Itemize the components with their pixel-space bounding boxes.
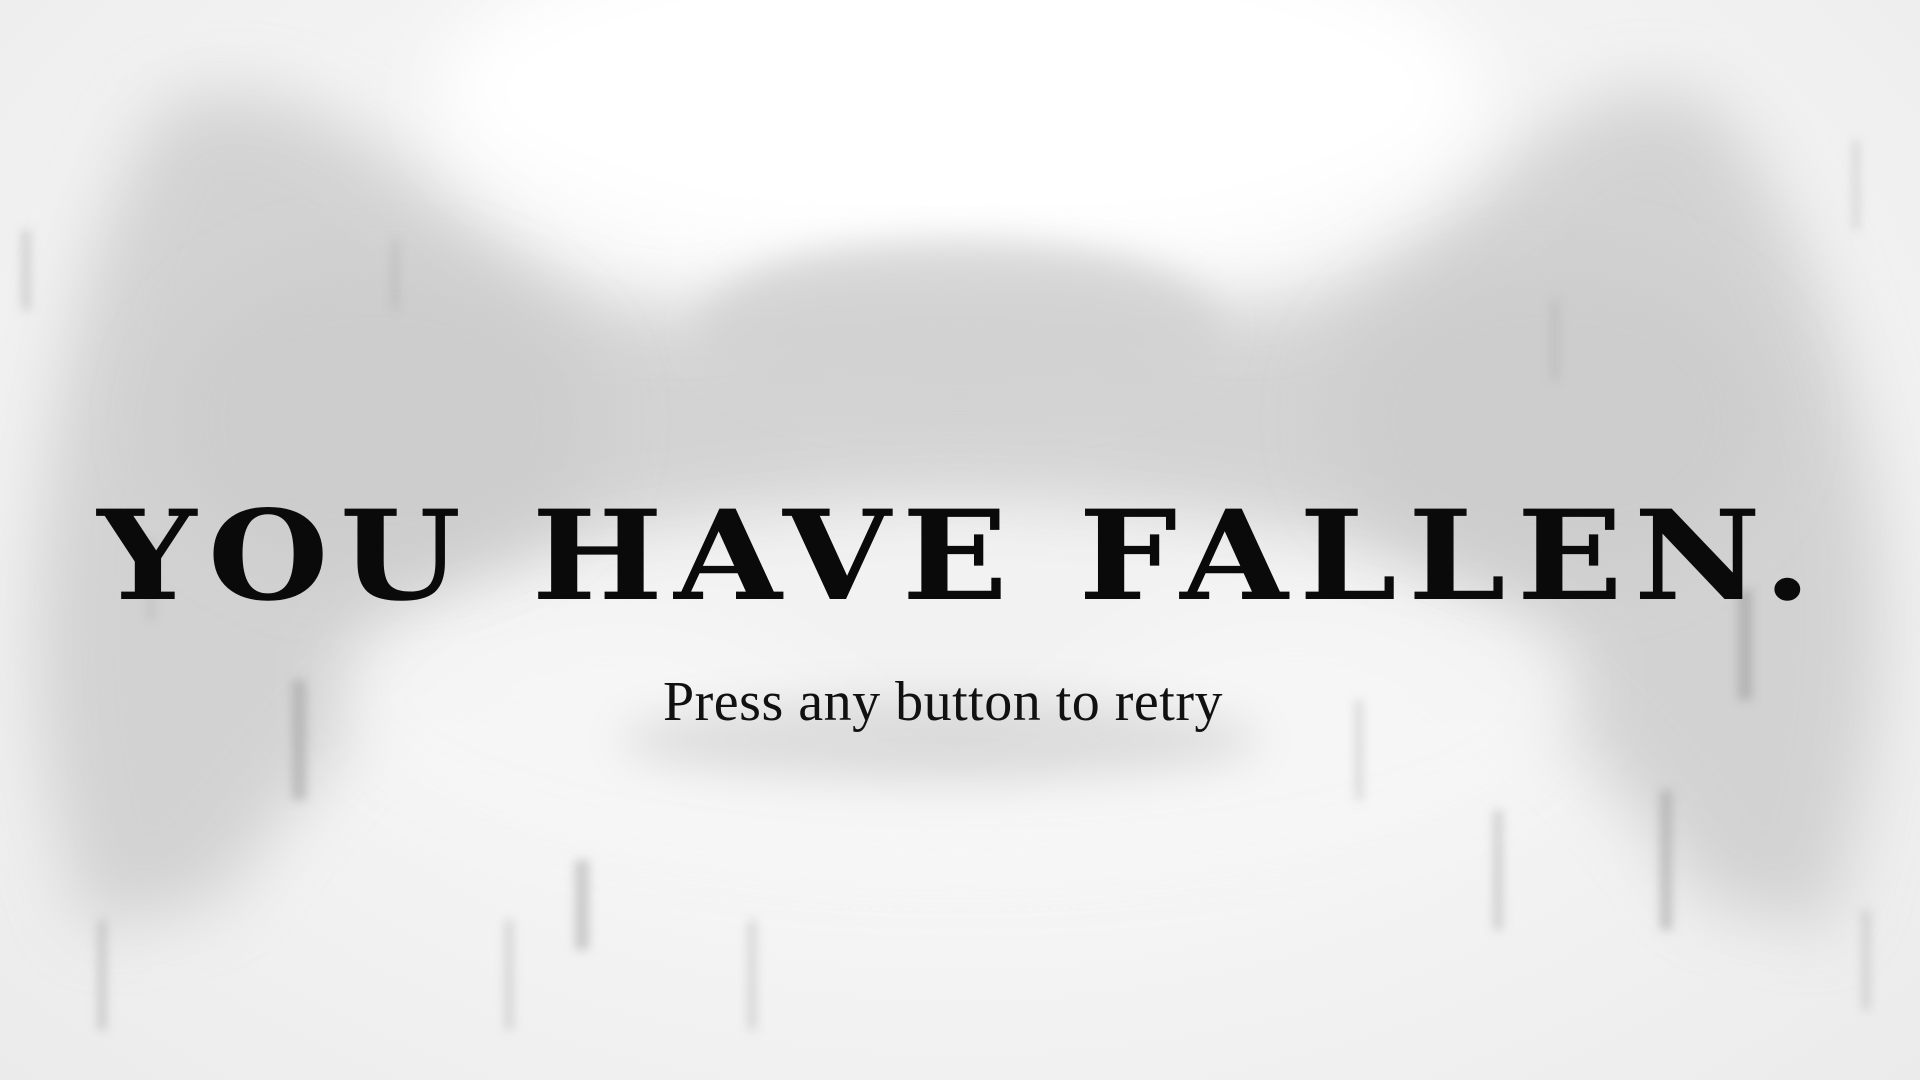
game-over-title: YOU HAVE FALLEN. [97,484,1823,629]
retry-prompt: Press any button to retry [663,671,1223,733]
top-glow [440,0,1480,260]
game-over-screen[interactable]: YOU HAVE FALLEN. Press any button to ret… [0,0,1920,1080]
